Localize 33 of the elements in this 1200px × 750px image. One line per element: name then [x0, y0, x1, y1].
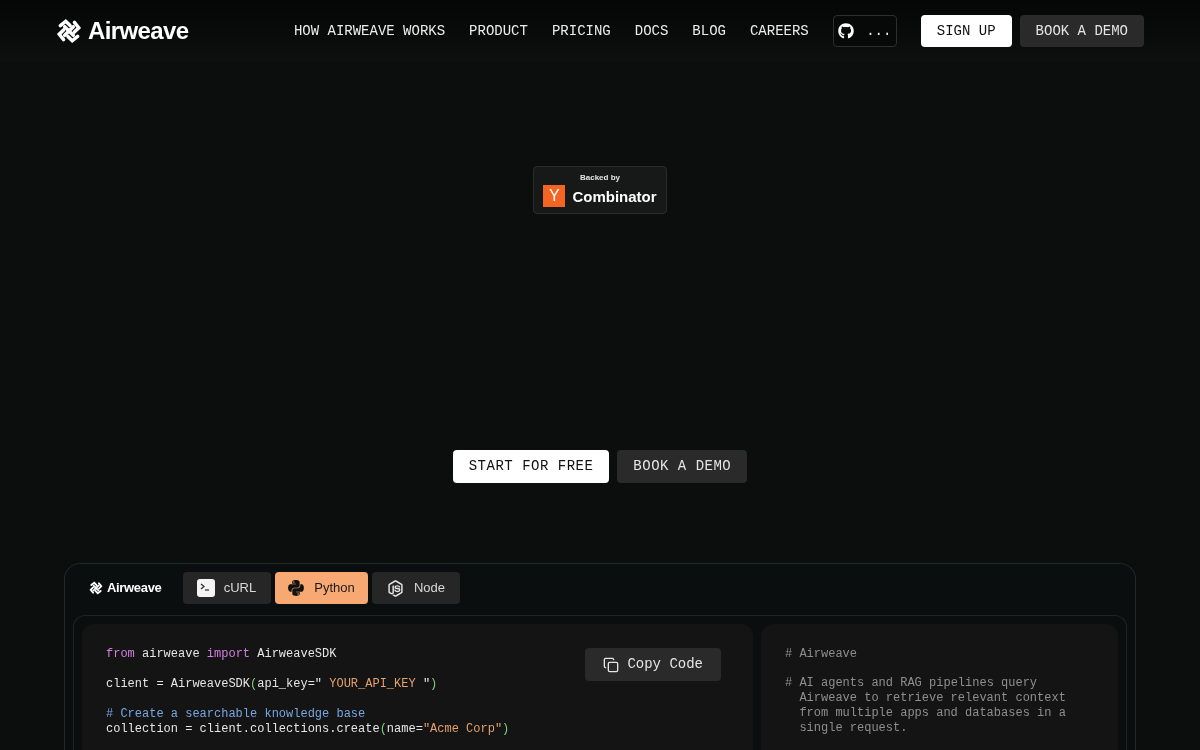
- python-icon: [287, 579, 306, 597]
- github-icon: [838, 23, 855, 39]
- logo-text: Airweave: [88, 19, 189, 43]
- hero-button[interactable]: BOOK A DEMO: [617, 450, 748, 483]
- badge-name: Combinator: [572, 188, 657, 204]
- nav-link[interactable]: PRICING: [551, 20, 611, 42]
- terminal-icon: [196, 579, 215, 597]
- comment-text: # AI agents and RAG pipelines query Airweave to retrieve relevant context from multiple apps and databases in a single request.: [785, 676, 1067, 736]
- language-tab[interactable]: Python: [274, 572, 368, 604]
- nav-link[interactable]: BLOG: [692, 20, 726, 42]
- code-line: collection = client.collections.create(name="Acme Corp"): [106, 722, 510, 737]
- nav-button[interactable]: BOOK A DEMO: [1019, 15, 1144, 47]
- nav-button[interactable]: SIGN UP: [920, 15, 1012, 47]
- language-tab[interactable]: cURL: [182, 572, 271, 604]
- comment-text: # Airweave: [785, 647, 858, 662]
- language-tab[interactable]: Node: [371, 572, 460, 604]
- hero-button[interactable]: START FOR FREE: [452, 450, 610, 483]
- logo-text: Airweave: [107, 579, 162, 598]
- github-button[interactable]: ...: [832, 15, 897, 47]
- nav-link[interactable]: HOW AIRWEAVE WORKS: [293, 20, 446, 42]
- js-hexagon-icon: [385, 578, 405, 598]
- nav-link[interactable]: DOCS: [634, 20, 669, 42]
- copy-code-button[interactable]: Copy Code: [585, 648, 721, 681]
- nav-link[interactable]: PRODUCT: [469, 20, 528, 42]
- code-line: # Create a searchable knowledge base: [106, 707, 367, 722]
- nav-link[interactable]: CAREERS: [749, 20, 809, 42]
- code-line: from airweave import AirweaveSDK: [106, 647, 338, 662]
- badge-caption: Backed by: [579, 173, 620, 183]
- code-line: client = AirweaveSDK(api_key=" YOUR_API_KEY "): [106, 677, 439, 692]
- logo-tile: Y: [543, 185, 566, 207]
- logo-icon: [56, 18, 82, 44]
- logo-icon: [89, 581, 103, 595]
- copy-icon: [603, 656, 620, 673]
